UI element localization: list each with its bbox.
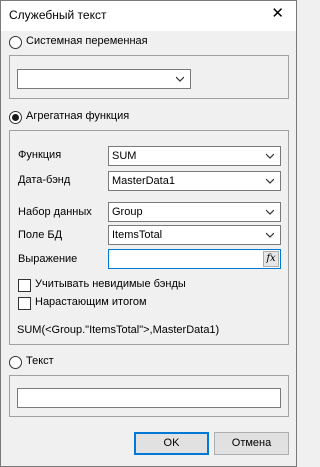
dataset-combo[interactable]: Group bbox=[108, 202, 281, 222]
aggregate-function-label: Агрегатная функция bbox=[26, 110, 130, 122]
db-field-combo[interactable]: ItemsTotal bbox=[108, 225, 281, 245]
chevron-down-icon bbox=[266, 153, 274, 159]
aggregate-function-radio[interactable] bbox=[9, 111, 22, 124]
chevron-down-icon bbox=[266, 209, 274, 215]
databand-combo[interactable]: MasterData1 bbox=[108, 171, 281, 191]
expression-input[interactable]: fx bbox=[108, 249, 281, 269]
dataset-value: Group bbox=[112, 206, 143, 218]
expression-label: Выражение bbox=[18, 253, 78, 265]
db-field-label: Поле БД bbox=[18, 229, 63, 241]
running-total-label: Нарастающим итогом bbox=[35, 296, 147, 308]
text-panel bbox=[9, 375, 289, 417]
chevron-down-icon bbox=[266, 232, 274, 238]
title-bar: Служебный текст ✕ bbox=[1, 1, 296, 31]
aggregate-function-panel: Функция SUM Дата-бэнд MasterData1 Набор … bbox=[9, 130, 289, 345]
invisible-bands-checkbox[interactable] bbox=[18, 279, 31, 292]
db-field-value: ItemsTotal bbox=[112, 229, 163, 241]
cancel-button[interactable]: Отмена bbox=[214, 432, 289, 455]
system-variable-combo[interactable] bbox=[17, 69, 191, 89]
running-total-checkbox[interactable] bbox=[18, 297, 31, 310]
databand-label: Дата-бэнд bbox=[18, 174, 71, 186]
chevron-down-icon bbox=[266, 178, 274, 184]
invisible-bands-label: Учитывать невидимые бэнды bbox=[35, 278, 186, 290]
system-variable-panel bbox=[9, 55, 289, 99]
close-icon[interactable]: ✕ bbox=[271, 6, 284, 22]
system-variable-label: Системная переменная bbox=[26, 35, 148, 47]
function-value: SUM bbox=[112, 150, 137, 162]
text-radio[interactable] bbox=[9, 356, 22, 369]
dataset-label: Набор данных bbox=[18, 206, 92, 218]
ok-button[interactable]: OK bbox=[134, 432, 209, 455]
function-label: Функция bbox=[18, 149, 62, 161]
aggregate-expression-result: SUM(<Group."ItemsTotal">,MasterData1) bbox=[17, 324, 220, 336]
window-title: Служебный текст bbox=[9, 8, 107, 22]
expression-editor-button[interactable]: fx bbox=[263, 251, 279, 267]
chevron-down-icon bbox=[176, 76, 184, 82]
system-variable-radio[interactable] bbox=[9, 36, 22, 49]
dialog-window: Служебный текст ✕ Системная переменная А… bbox=[0, 0, 297, 467]
text-label: Текст bbox=[26, 355, 54, 367]
text-input[interactable] bbox=[17, 388, 281, 408]
databand-value: MasterData1 bbox=[112, 175, 175, 187]
function-combo[interactable]: SUM bbox=[108, 146, 281, 166]
